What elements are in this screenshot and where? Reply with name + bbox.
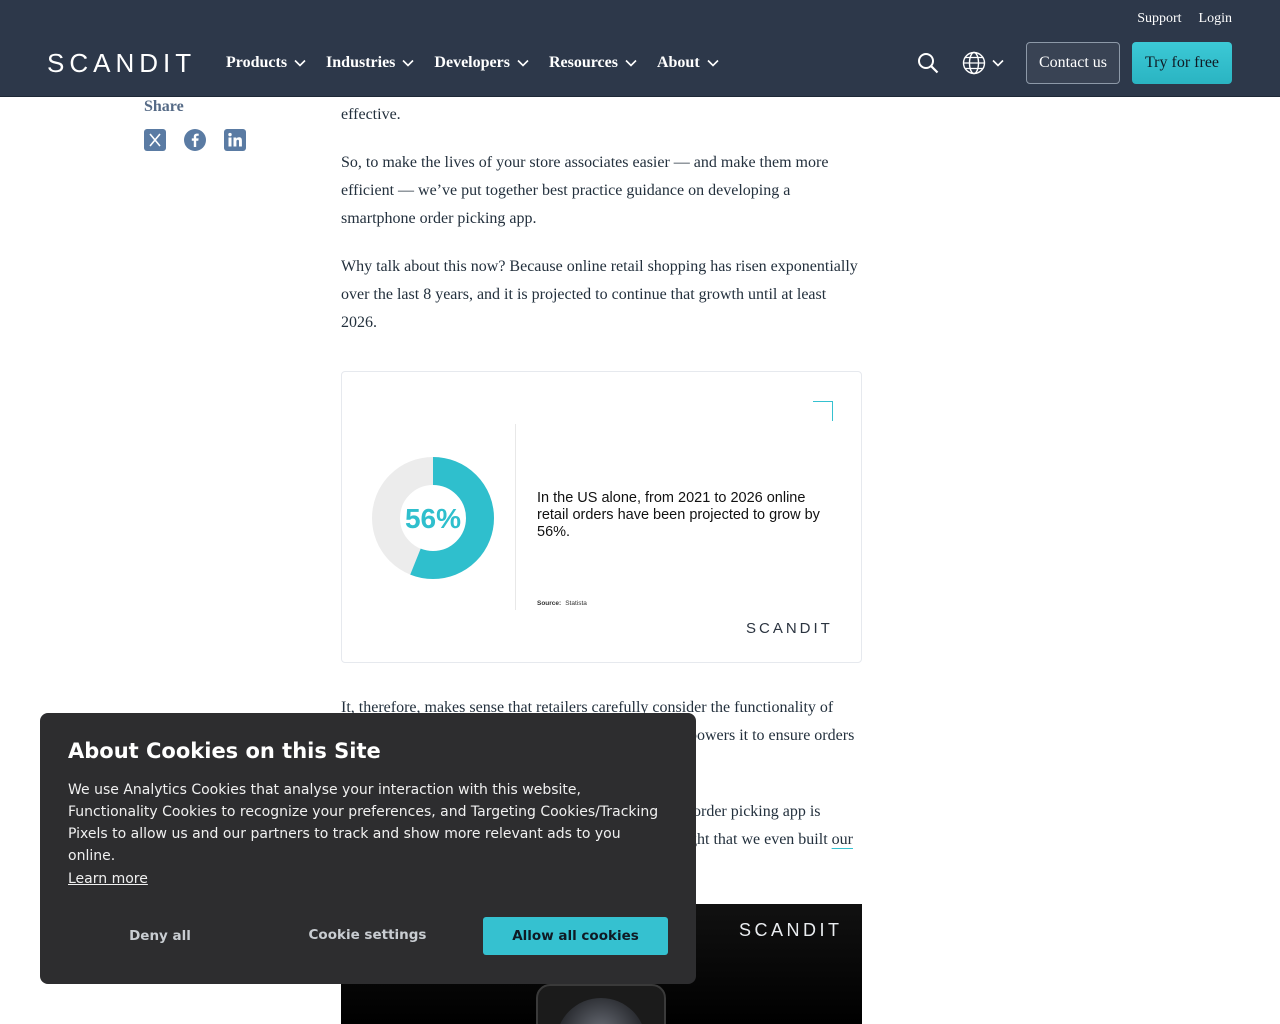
percent-label: 56%	[405, 503, 461, 534]
statistic-card: 56% In the US alone, from 2021 to 2026 o…	[341, 371, 862, 663]
login-link[interactable]: Login	[1199, 11, 1232, 27]
article-paragraph-2: So, to make the lives of your store asso…	[341, 154, 829, 227]
main-nav: Products Industries Developers Resources…	[226, 54, 739, 72]
nav-resources-label: Resources	[548, 54, 618, 71]
nav-products[interactable]: Products	[226, 54, 306, 72]
share-panel: Share	[144, 98, 246, 151]
linkedin-icon[interactable]	[224, 129, 246, 151]
facebook-icon[interactable]	[184, 129, 206, 151]
deny-all-button[interactable]: Deny all	[88, 917, 232, 955]
support-link[interactable]: Support	[1137, 11, 1181, 27]
article-paragraph-3: Why talk about this now? Because online …	[341, 258, 858, 331]
source-label: Source:	[537, 600, 562, 607]
nav-products-label: Products	[226, 54, 288, 71]
search-icon[interactable]	[917, 52, 939, 74]
cookie-body: We use Analytics Cookies that analyse yo…	[68, 782, 659, 864]
chevron-down-icon	[517, 59, 529, 67]
divider	[515, 424, 516, 610]
cookie-title: About Cookies on this Site	[68, 739, 381, 763]
our-link[interactable]: our	[832, 831, 853, 848]
chevron-down-icon	[707, 59, 719, 67]
statistic-source: Source: Statista	[537, 600, 587, 607]
nav-industries-label: Industries	[326, 54, 396, 71]
nav-about-label: About	[656, 54, 700, 71]
nav-industries[interactable]: Industries	[326, 54, 414, 72]
language-selector[interactable]	[962, 51, 1004, 75]
try-for-free-button[interactable]: Try for free	[1132, 42, 1232, 84]
nav-developers-label: Developers	[434, 54, 510, 71]
promo-logo: SCANDIT	[739, 920, 843, 940]
site-header: Support Login SCANDIT Products Industrie…	[0, 0, 1280, 97]
share-title: Share	[144, 98, 184, 115]
card-logo: SCANDIT	[746, 620, 833, 637]
chevron-down-icon	[992, 59, 1004, 67]
nav-resources[interactable]: Resources	[549, 54, 637, 72]
chevron-down-icon	[402, 59, 414, 67]
percent-donut-chart: 56%	[372, 457, 494, 579]
x-icon[interactable]	[144, 129, 166, 151]
cookie-banner: About Cookies on this Site We use Analyt…	[40, 713, 696, 984]
globe-icon	[962, 51, 986, 75]
source-value: Statista	[565, 600, 587, 607]
nav-about[interactable]: About	[657, 54, 719, 72]
learn-more-link[interactable]: Learn more	[68, 871, 148, 887]
article-paragraph-1-tail: effective.	[341, 106, 401, 123]
scandit-logo[interactable]: SCANDIT	[47, 48, 196, 79]
corner-accent	[813, 401, 833, 421]
contact-us-button[interactable]: Contact us	[1026, 42, 1120, 84]
chevron-down-icon	[625, 59, 637, 67]
cookie-settings-button[interactable]: Cookie settings	[280, 916, 455, 954]
paragraph-5-text: ght that we even built	[689, 831, 828, 848]
statistic-text: In the US alone, from 2021 to 2026 onlin…	[537, 490, 820, 540]
chevron-down-icon	[294, 59, 306, 67]
nav-developers[interactable]: Developers	[434, 54, 529, 72]
allow-all-cookies-button[interactable]: Allow all cookies	[483, 917, 668, 955]
